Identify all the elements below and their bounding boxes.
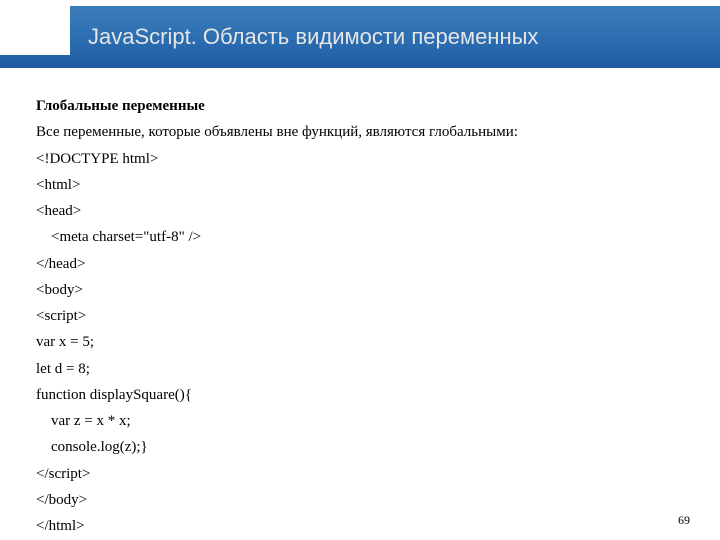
code-line: <script> [36,303,684,329]
code-line: <!DOCTYPE html> [36,146,684,172]
page-number: 69 [678,513,690,528]
slide-title: JavaScript. Область видимости переменных [88,23,538,51]
code-line: </html> [36,513,684,539]
code-line: var x = 5; [36,329,684,355]
code-line: console.log(z);} [36,434,684,460]
code-line: <body> [36,277,684,303]
code-line: <html> [36,172,684,198]
code-line: <head> [36,198,684,224]
code-line: </body> [36,487,684,513]
code-line: </script> [36,461,684,487]
slide-content: Глобальные переменные Все переменные, ко… [0,75,720,539]
code-line: function displaySquare(){ [36,382,684,408]
code-line: </head> [36,251,684,277]
content-intro: Все переменные, которые объявлены вне фу… [36,119,684,145]
code-line: let d = 8; [36,356,684,382]
header-white-tab [0,0,70,55]
code-line: var z = x * x; [36,408,684,434]
code-line: <meta charset="utf-8" /> [36,224,684,250]
title-bar: JavaScript. Область видимости переменных [0,6,720,68]
content-subheading: Глобальные переменные [36,93,684,119]
slide-header: JavaScript. Область видимости переменных [0,0,720,75]
